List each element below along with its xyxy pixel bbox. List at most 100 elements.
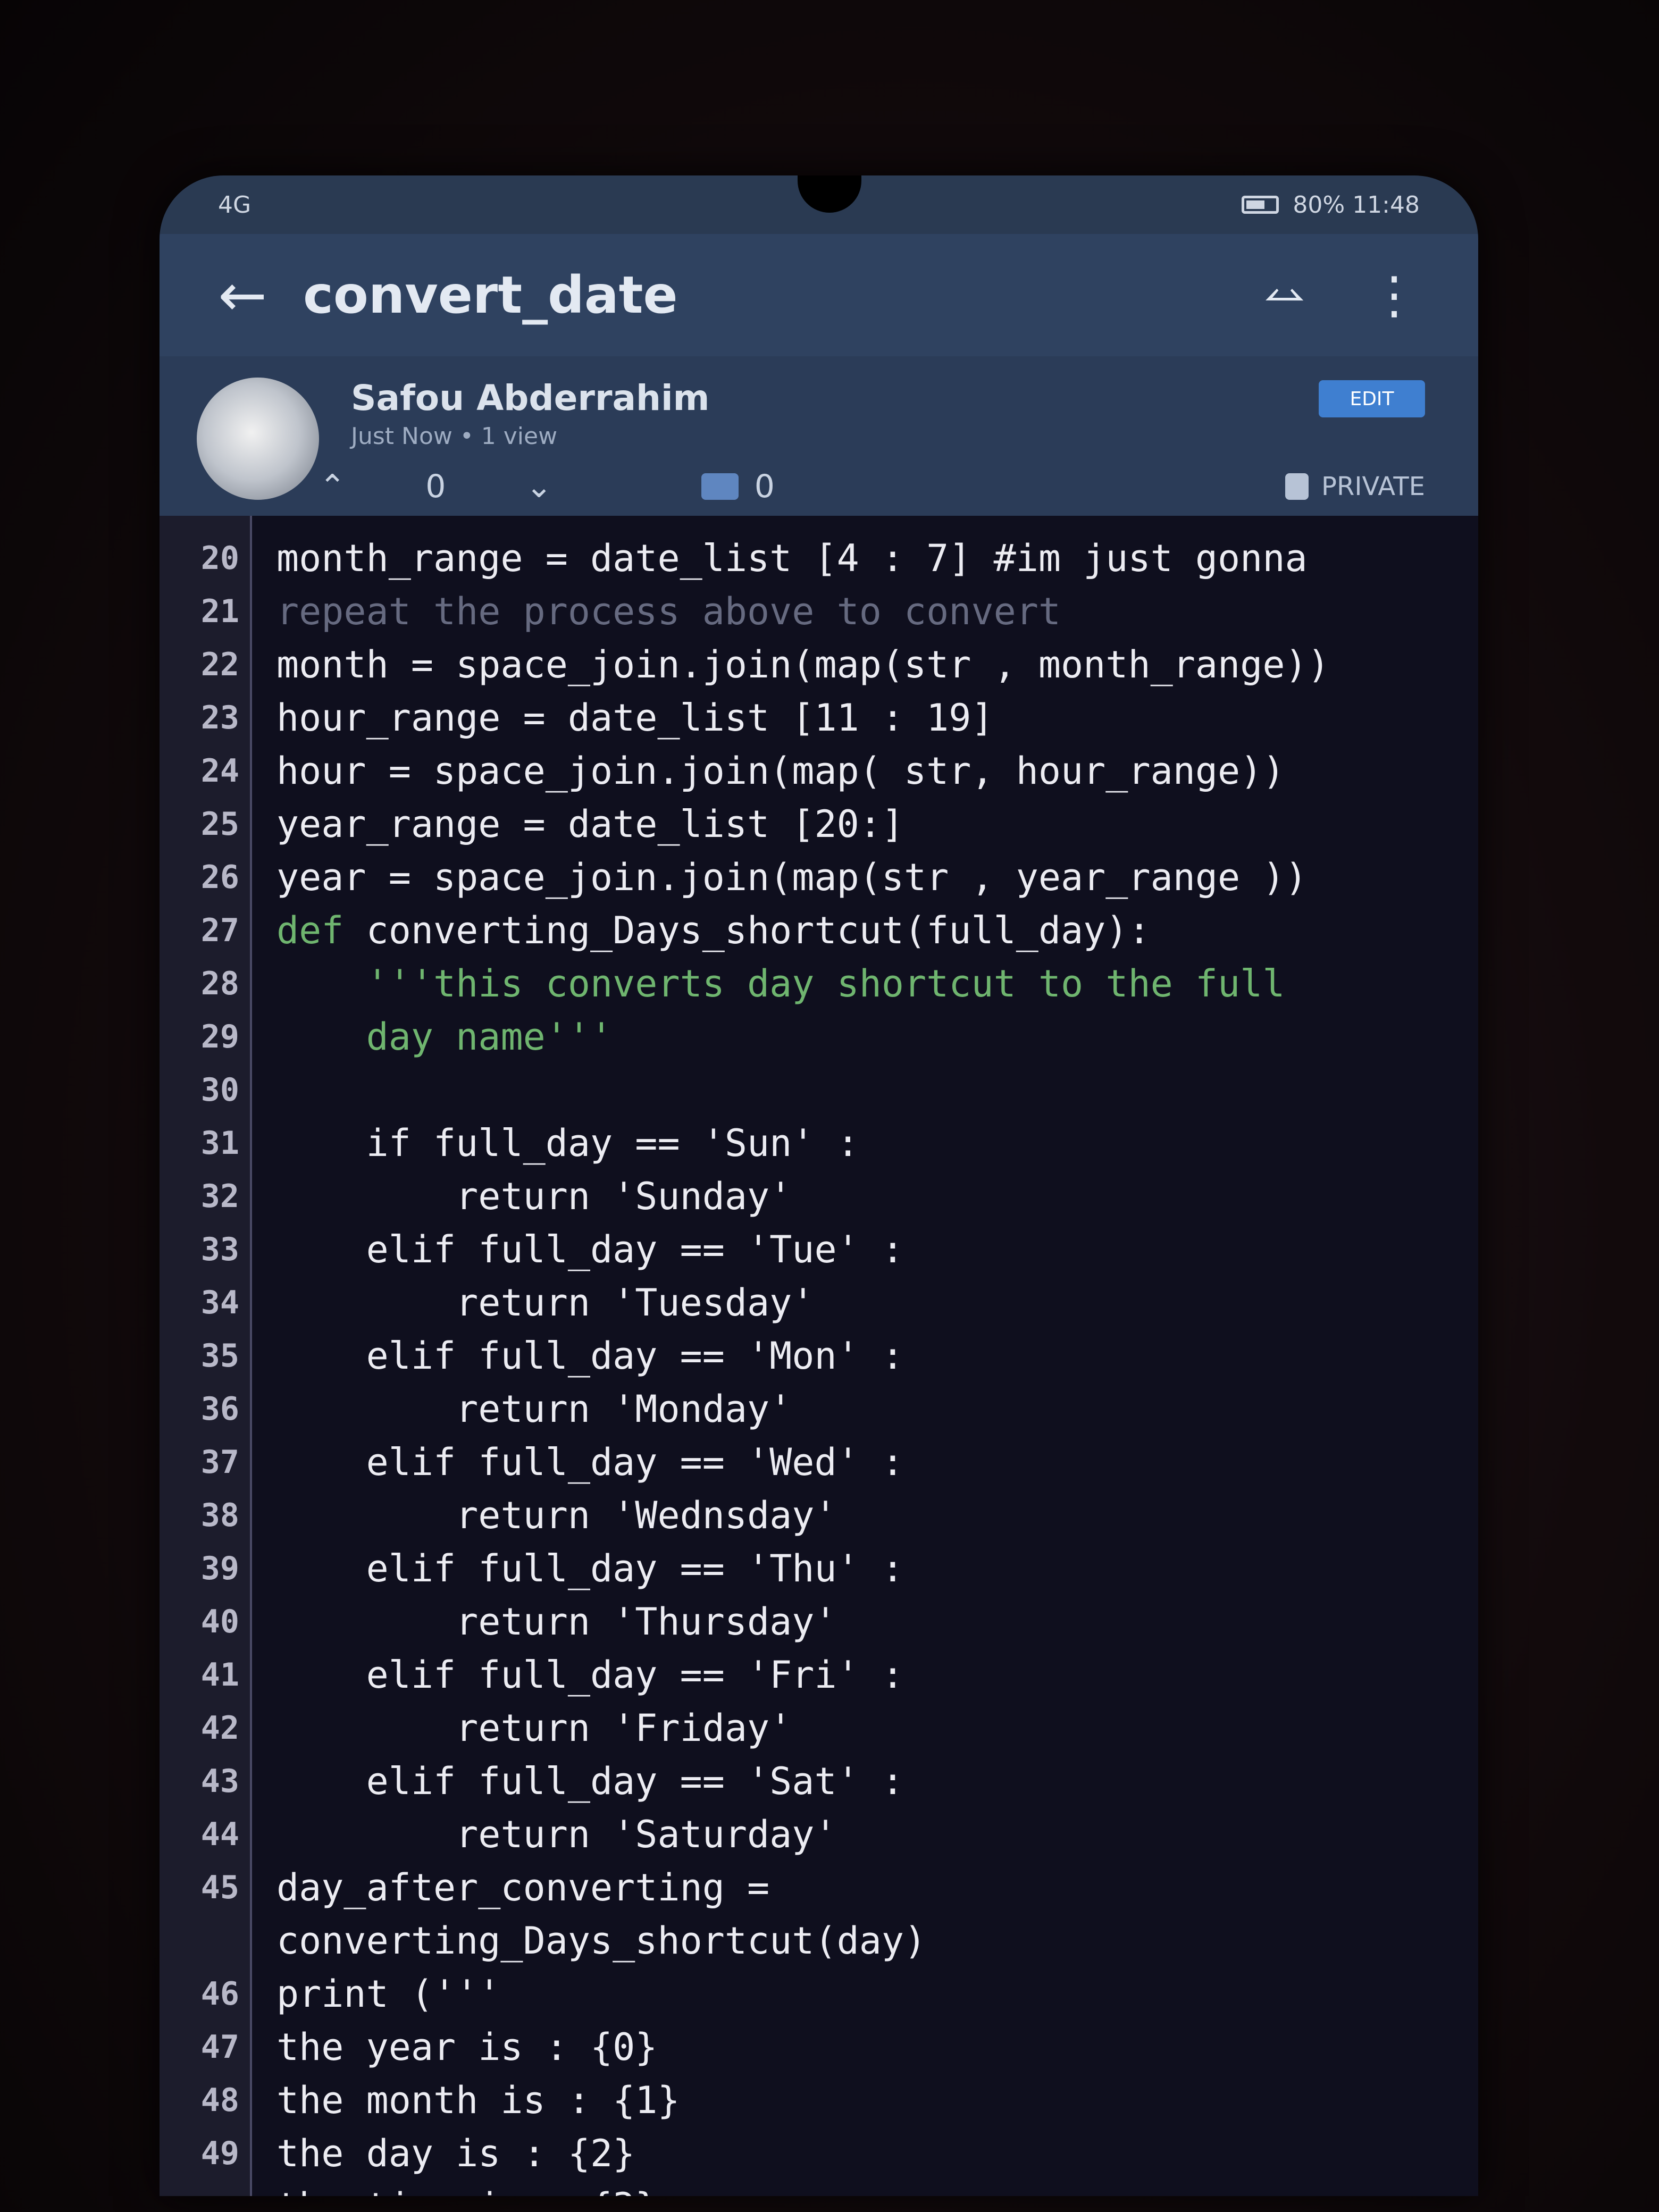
action-row: ⌃ 0 ⌄ 0 PRIVATE — [319, 463, 1425, 510]
line-number: 25 — [200, 806, 239, 843]
code-body: converting_Days_shortcut(full_day): — [343, 909, 1151, 952]
code-text: return 'Saturday' — [276, 1808, 836, 1861]
code-line: 21 repeat the process above to convert — [160, 585, 1478, 638]
code-line: 41 elif full_day == 'Fri' : — [160, 1648, 1478, 1702]
code-body: month_range = date_list [4 : 7] #im just… — [276, 537, 1308, 580]
code-line: 37 elif full_day == 'Wed' : — [160, 1436, 1478, 1489]
code-line: 22 month = space_join.join(map(str , mont… — [160, 638, 1478, 691]
page-title: convert_date — [303, 265, 678, 325]
code-editor[interactable]: 20 month_range = date_list [4 : 7] #im ju… — [160, 516, 1478, 2196]
line-number: 46 — [200, 1975, 239, 2013]
line-number: 38 — [200, 1497, 239, 1534]
code-text: hour_range = date_list [11 : 19] — [276, 691, 994, 744]
code-line: 39 elif full_day == 'Thu' : — [160, 1542, 1478, 1595]
edit-badge[interactable]: EDIT — [1319, 380, 1425, 417]
line-number: 40 — [200, 1603, 239, 1640]
code-line: 31 if full_day == 'Sun' : — [160, 1117, 1478, 1170]
code-text: return 'Thursday' — [276, 1595, 837, 1648]
code-text: elif full_day == 'Fri' : — [276, 1648, 904, 1702]
privacy-status: PRIVATE — [1285, 472, 1425, 501]
code-text: '''this converts day shortcut to the ful… — [276, 957, 1285, 1010]
code-body: the day is : {2} — [276, 2132, 635, 2175]
code-body: day name''' — [366, 1015, 613, 1059]
line-number: 20 — [200, 540, 239, 577]
app-bar: ← convert_date ⥎ ⋮ — [160, 234, 1478, 356]
code-text: day_after_converting = — [276, 1861, 769, 1914]
code-body: return 'Thursday' — [456, 1600, 837, 1644]
code-line: the time is : {3} — [160, 2180, 1478, 2196]
code-text: return 'Wednsday' — [276, 1489, 836, 1542]
line-number: 31 — [200, 1125, 239, 1162]
avatar[interactable] — [197, 378, 319, 500]
line-number: 29 — [200, 1018, 239, 1055]
code-text: if full_day == 'Sun' : — [276, 1117, 859, 1170]
code-body: print (''' — [276, 1972, 501, 2016]
code-line: 23 hour_range = date_list [11 : 19] — [160, 691, 1478, 744]
back-arrow-icon[interactable]: ← — [218, 261, 303, 329]
battery-and-clock: 80% 11:48 — [1293, 191, 1420, 219]
line-number: 44 — [200, 1816, 239, 1853]
author-name[interactable]: Safou Abderrahim — [351, 378, 709, 418]
line-number: 49 — [200, 2135, 239, 2172]
network-indicator: 4G — [218, 191, 252, 219]
comment-count: 0 — [754, 468, 775, 505]
line-number: 48 — [200, 2082, 239, 2119]
line-number: 34 — [200, 1284, 239, 1321]
code-text: return 'Tuesday' — [276, 1276, 814, 1329]
code-body: month = space_join.join(map(str , month_… — [276, 643, 1330, 686]
code-body: year_range = date_list [20:] — [276, 802, 904, 846]
code-body: the year is : {0} — [276, 2025, 658, 2069]
code-body: elif full_day == 'Fri' : — [366, 1653, 904, 1697]
code-line: 33 elif full_day == 'Tue' : — [160, 1223, 1478, 1276]
code-body: return 'Monday' — [456, 1387, 792, 1431]
downvote-icon[interactable]: ⌄ — [525, 468, 552, 505]
line-number: 23 — [200, 699, 239, 736]
code-line: 43 elif full_day == 'Sat' : — [160, 1755, 1478, 1808]
code-text: day name''' — [276, 1010, 613, 1063]
more-vertical-icon[interactable]: ⋮ — [1369, 265, 1420, 325]
line-number: 32 — [200, 1178, 239, 1215]
code-body: the month is : {1} — [276, 2079, 680, 2122]
author-bar: Safou Abderrahim Just Now • 1 view EDIT … — [160, 356, 1478, 516]
code-line: 35 elif full_day == 'Mon' : — [160, 1329, 1478, 1382]
code-line: 24 hour = space_join.join(map( str, hour_… — [160, 744, 1478, 798]
lock-icon — [1285, 473, 1309, 500]
code-line: 29 day name''' — [160, 1010, 1478, 1063]
share-icon[interactable]: ⥎ — [1264, 265, 1305, 325]
code-line: 34 return 'Tuesday' — [160, 1276, 1478, 1329]
comments-button[interactable]: 0 — [701, 468, 775, 505]
line-number: 36 — [200, 1390, 239, 1428]
line-number: 24 — [200, 752, 239, 790]
code-body: hour = space_join.join(map( str, hour_ra… — [276, 749, 1285, 793]
code-text: month = space_join.join(map(str , month_… — [276, 638, 1330, 691]
code-text: def converting_Days_shortcut(full_day): — [276, 904, 1151, 957]
code-line: 26 year = space_join.join(map(str , year_… — [160, 851, 1478, 904]
line-number: 45 — [200, 1869, 239, 1906]
upvote-icon[interactable]: ⌃ — [319, 468, 346, 505]
line-number: 28 — [200, 965, 239, 1002]
code-line: 40 return 'Thursday' — [160, 1595, 1478, 1648]
line-number: 33 — [200, 1231, 239, 1268]
code-line: 46 print (''' — [160, 1967, 1478, 2021]
code-body: elif full_day == 'Sat' : — [366, 1759, 904, 1803]
code-text: repeat the process above to convert — [276, 585, 1061, 638]
author-meta: Just Now • 1 view — [351, 423, 558, 450]
code-text: hour = space_join.join(map( str, hour_ra… — [276, 744, 1285, 798]
code-line: 49 the day is : {2} — [160, 2127, 1478, 2180]
phone-screen: 4G 80% 11:48 ← convert_date ⥎ ⋮ Safou Ab… — [160, 175, 1478, 2196]
line-number: 22 — [200, 646, 239, 683]
code-text: return 'Monday' — [276, 1382, 792, 1436]
code-line: converting_Days_shortcut(day) — [160, 1914, 1478, 1967]
code-text: elif full_day == 'Thu' : — [276, 1542, 904, 1595]
code-body: repeat the process above to convert — [276, 590, 1061, 633]
line-number: 43 — [200, 1763, 239, 1800]
